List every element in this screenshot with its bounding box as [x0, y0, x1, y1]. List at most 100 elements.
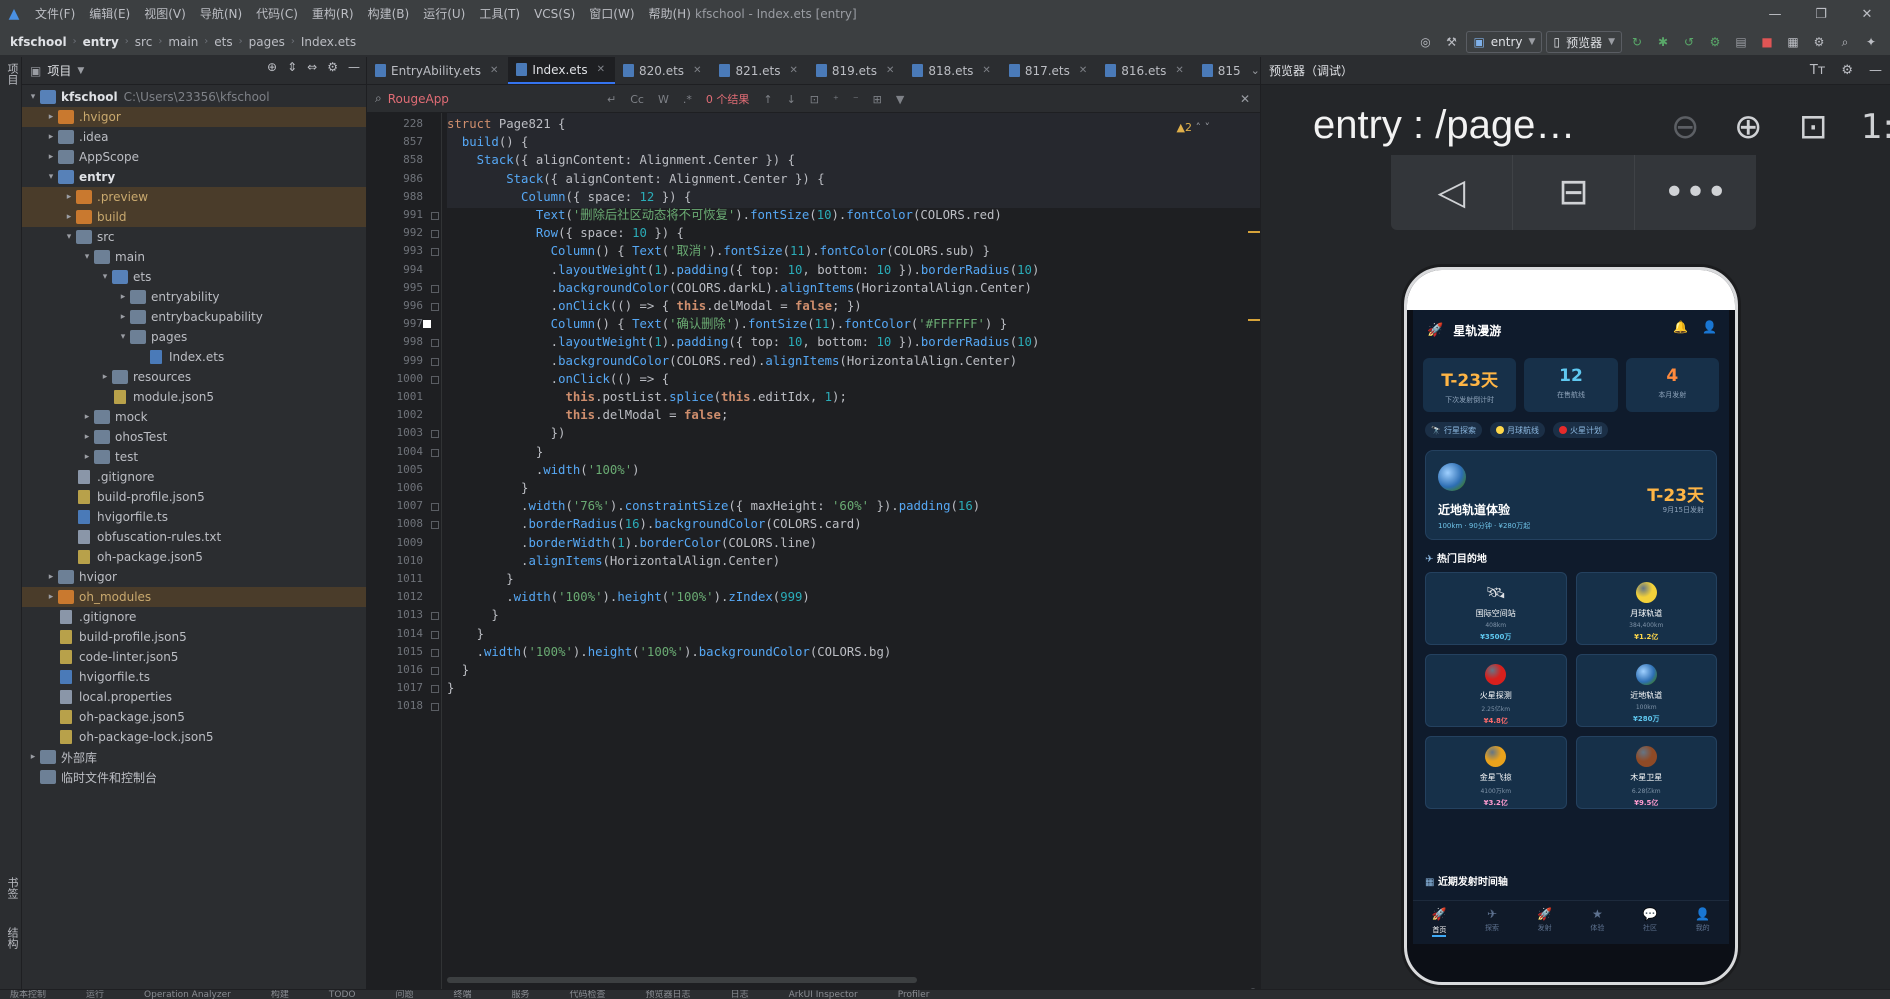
stat-card[interactable]: 4 本月发射	[1625, 358, 1719, 412]
tree-item[interactable]: ▸ entrybackupability	[22, 307, 366, 327]
category-chip[interactable]: 月球航线	[1489, 422, 1545, 438]
tab-bar-item[interactable]: 🚀 发射	[1518, 901, 1571, 944]
destination-card[interactable]: 火星探测 2.25亿km ¥4.8亿	[1425, 654, 1567, 727]
tree-item[interactable]: local.properties	[22, 687, 366, 707]
close-tab-icon[interactable]: ✕	[982, 65, 990, 76]
tab-bar-item[interactable]: 💬 社区	[1624, 901, 1677, 944]
hide-panel-icon[interactable]: —	[1869, 63, 1882, 78]
find-input[interactable]: RougeApp	[388, 92, 449, 106]
bookmark-icon[interactable]	[423, 320, 431, 329]
chevron-down-icon[interactable]: ⌄	[1251, 64, 1260, 77]
user-icon[interactable]: 👤	[1702, 320, 1717, 334]
tree-item[interactable]: ▸ 外部库	[22, 747, 366, 767]
tool-window-button[interactable]: Operation Analyzer	[144, 990, 231, 999]
tree-item[interactable]: ▾ pages	[22, 327, 366, 347]
text-size-icon[interactable]: Tт	[1810, 63, 1826, 78]
fold-icon[interactable]	[431, 284, 439, 293]
breadcrumb-item[interactable]: entry	[83, 35, 119, 49]
tree-item[interactable]: ▾ ets	[22, 267, 366, 287]
chevron-down-icon[interactable]: ▾	[44, 172, 58, 182]
hammer-icon[interactable]: ⚒	[1440, 31, 1462, 53]
editor-tab[interactable]: 817.ets ✕	[1001, 57, 1097, 84]
chevron-right-icon[interactable]: ▸	[62, 212, 76, 222]
tool-window-button[interactable]: 版本控制	[10, 990, 46, 999]
chevron-right-icon[interactable]: ▸	[44, 132, 58, 142]
chevron-down-icon[interactable]: ▾	[116, 332, 130, 342]
chevron-right-icon[interactable]: ▸	[44, 112, 58, 122]
destination-card[interactable]: 木星卫星 6.28亿km ¥9.5亿	[1575, 736, 1717, 809]
tool-window-button[interactable]: 代码检查	[570, 990, 606, 999]
fold-icon[interactable]	[431, 248, 439, 257]
tree-item[interactable]: ▸ ohosTest	[22, 427, 366, 447]
profile-icon[interactable]: ⚙	[1704, 31, 1726, 53]
tree-item[interactable]: ▸ entryability	[22, 287, 366, 307]
open-in-window-icon[interactable]: ⊡	[810, 93, 819, 106]
code-line[interactable]: }	[447, 677, 454, 699]
tree-item[interactable]: code-linter.json5	[22, 647, 366, 667]
arrow-up-icon[interactable]: ↑	[763, 93, 772, 106]
code-text[interactable]: struct Page821 { build() { Stack({ align…	[423, 113, 1260, 989]
tab-bar-item[interactable]: 👤 我的	[1676, 901, 1729, 944]
tree-item[interactable]: .gitignore	[22, 607, 366, 627]
fold-icon[interactable]	[431, 230, 439, 239]
chevron-down-icon[interactable]: ▾	[98, 272, 112, 282]
close-tab-icon[interactable]: ✕	[693, 65, 701, 76]
tree-item[interactable]: obfuscation-rules.txt	[22, 527, 366, 547]
menu-item[interactable]: 重构(R)	[305, 0, 361, 28]
tree-item[interactable]: ▸ test	[22, 447, 366, 467]
editor-tab[interactable]: 820.ets ✕	[615, 57, 711, 84]
multi-device-icon[interactable]: ⊟	[1513, 155, 1635, 230]
expand-all-icon[interactable]: ⇕	[287, 60, 297, 74]
tree-item[interactable]: ▾ main	[22, 247, 366, 267]
fold-icon[interactable]	[431, 667, 439, 675]
editor-tab[interactable]: 818.ets ✕	[904, 57, 1000, 84]
translate-icon[interactable]: ▦	[1782, 31, 1804, 53]
search-icon[interactable]: ⌕	[1834, 31, 1856, 53]
fold-icon[interactable]	[431, 521, 439, 530]
tree-item[interactable]: ▸ build	[22, 207, 366, 227]
locate-icon[interactable]: ⊕	[267, 60, 277, 74]
remove-selection-icon[interactable]: ⁻	[853, 93, 859, 106]
close-window-icon[interactable]: ✕	[1844, 0, 1890, 28]
fold-icon[interactable]	[431, 630, 439, 639]
chevron-down-icon[interactable]: ▼	[77, 66, 84, 76]
warning-badge[interactable]: ▲2 ˄ ˅	[1177, 121, 1210, 134]
close-tab-icon[interactable]: ✕	[490, 65, 498, 76]
warning-marker[interactable]	[1248, 319, 1260, 321]
tree-item[interactable]: oh-package.json5	[22, 707, 366, 727]
chevron-right-icon[interactable]: ▸	[116, 292, 130, 302]
tree-item[interactable]: Index.ets	[22, 347, 366, 367]
destination-card[interactable]: 近地轨道 100km ¥280万	[1575, 654, 1717, 727]
tree-item[interactable]: hvigorfile.ts	[22, 667, 366, 687]
stat-card[interactable]: T-23天 下次发射倒计时	[1423, 358, 1517, 412]
tool-window-button[interactable]: 服务	[512, 990, 530, 999]
fold-icon[interactable]	[431, 339, 439, 348]
preview-app-screen[interactable]: 🚀 星轨漫游 🔔 👤 T-23天 下次发射倒计时 12 在售航线 4 本月发射 🔭 行星探索…	[1413, 310, 1729, 944]
fold-icon[interactable]	[431, 303, 439, 311]
editor-tab[interactable]: 816.ets ✕	[1097, 57, 1193, 84]
tree-item[interactable]: .gitignore	[22, 467, 366, 487]
horizontal-scrollbar[interactable]	[447, 977, 917, 983]
rotate-icon[interactable]: ◁	[1391, 155, 1513, 230]
breadcrumb-item[interactable]: main	[168, 35, 198, 49]
arrow-down-icon[interactable]: ↓	[787, 93, 796, 106]
tab-bar-item[interactable]: ★ 体验	[1571, 901, 1624, 944]
device-select[interactable]: ▯ 预览器 ▼	[1546, 31, 1622, 53]
tree-item[interactable]: ▾ kfschool C:\Users\23356\kfschool	[22, 87, 366, 107]
tool-window-button[interactable]: 问题	[395, 990, 413, 999]
destination-card[interactable]: 月球轨道 384,400km ¥1.2亿	[1575, 572, 1717, 645]
run-config-select[interactable]: ▣ entry ▼	[1466, 31, 1543, 53]
tree-item[interactable]: ▾ entry	[22, 167, 366, 187]
tool-window-button[interactable]: 预览器日志	[646, 990, 691, 999]
tree-item[interactable]: ▸ oh_modules	[22, 587, 366, 607]
chevron-right-icon[interactable]: ▸	[44, 592, 58, 602]
tree-item[interactable]: ▸ hvigor	[22, 567, 366, 587]
zoom-in-icon[interactable]: ⊕	[1734, 107, 1763, 147]
menu-item[interactable]: 构建(B)	[361, 0, 417, 28]
editor-tab[interactable]: 821.ets ✕	[711, 57, 807, 84]
stop-icon[interactable]: ■	[1756, 31, 1778, 53]
destination-card[interactable]: 🛰 国际空间站 408km ¥3500万	[1425, 572, 1567, 645]
ai-assistant-icon[interactable]: ✦	[1860, 31, 1882, 53]
fold-icon[interactable]	[431, 612, 439, 621]
refresh-run-icon[interactable]: ↻	[1626, 31, 1648, 53]
